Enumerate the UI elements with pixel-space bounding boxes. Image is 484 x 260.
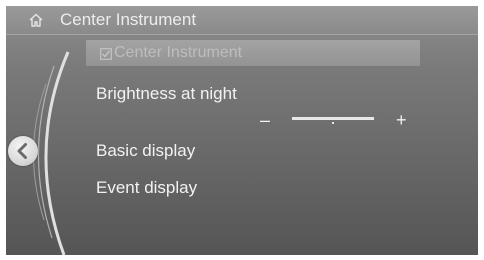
- center-instrument-checkbox-item[interactable]: Center Instrument: [86, 40, 420, 66]
- menu-item-brightness-at-night[interactable]: Brightness at night: [96, 84, 237, 104]
- menu-item-basic-display[interactable]: Basic display: [96, 141, 195, 161]
- slider-track[interactable]: [292, 117, 374, 120]
- slider-minus[interactable]: –: [260, 110, 270, 130]
- back-button[interactable]: [8, 136, 38, 166]
- chevron-left-icon: [17, 143, 27, 159]
- slider-plus[interactable]: +: [396, 110, 407, 130]
- checkbox-label: Center Instrument: [114, 44, 243, 61]
- brightness-slider[interactable]: – +: [254, 110, 414, 130]
- checkbox-icon: [100, 47, 112, 60]
- center-instrument-screen: Center Instrument Center Instrument Brig…: [6, 6, 478, 255]
- menu-arc-decoration: [33, 51, 70, 255]
- slider-marker: [332, 122, 334, 124]
- menu-item-event-display[interactable]: Event display: [96, 178, 197, 198]
